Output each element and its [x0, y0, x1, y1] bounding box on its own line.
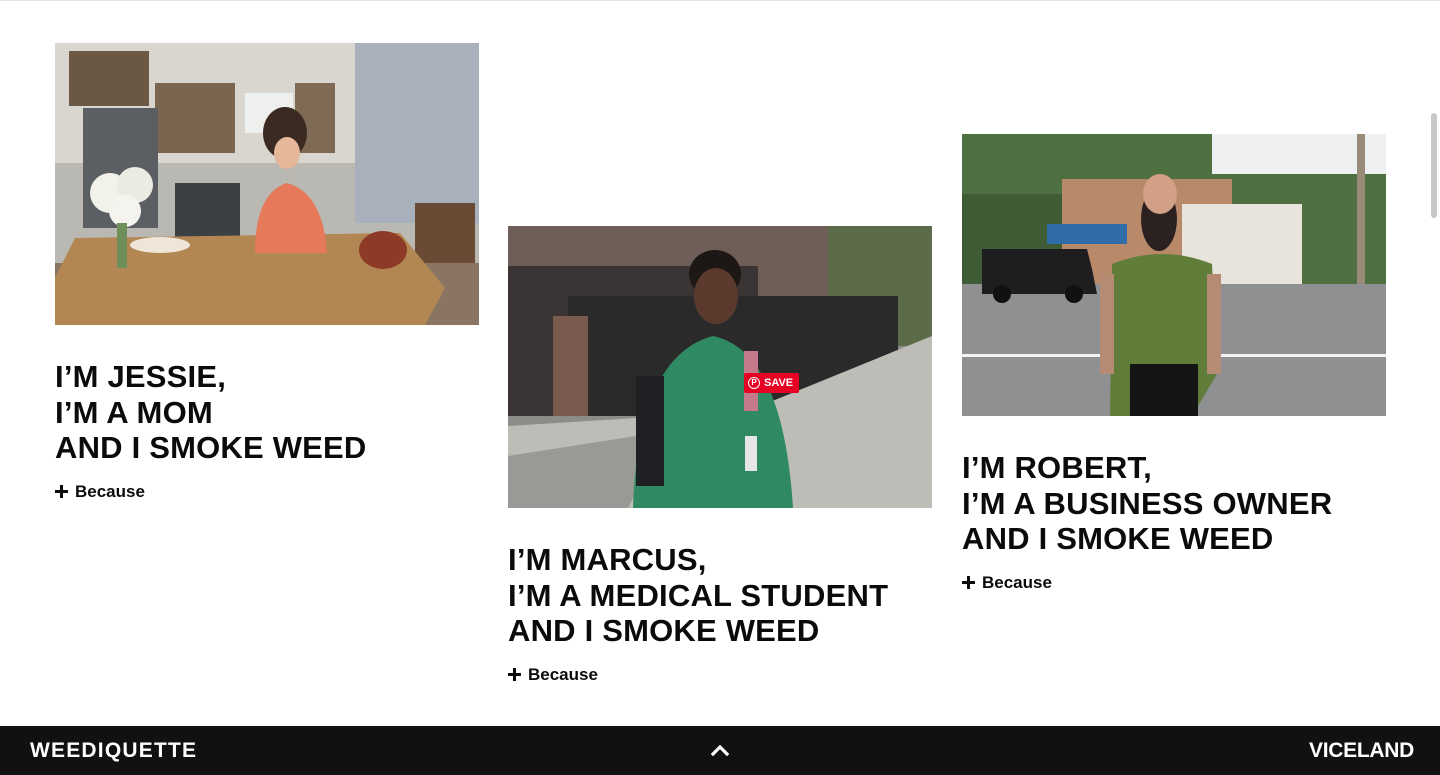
headline-line: AND I SMOKE WEED: [508, 613, 820, 648]
story-headline-jessie: I’M JESSIE, I’M A MOM AND I SMOKE WEED: [55, 359, 479, 466]
plus-icon: [55, 485, 68, 498]
pinterest-save-button[interactable]: P SAVE: [744, 373, 800, 393]
kitchen-photo: [55, 43, 479, 325]
story-card-marcus: P SAVE I’M MARCUS, I’M A MEDICAL STUDENT…: [508, 226, 932, 686]
outdoor-street-photo: [962, 134, 1386, 416]
because-label: Because: [75, 481, 145, 501]
plus-icon: [962, 576, 975, 589]
brand-logo[interactable]: WEEDIQUETTE: [30, 739, 197, 763]
headline-line: I’M MARCUS,: [508, 542, 707, 577]
story-headline-robert: I’M ROBERT, I’M A BUSINESS OWNER AND I S…: [962, 450, 1386, 557]
story-photo-robert[interactable]: [962, 134, 1386, 416]
street-photo: [508, 226, 932, 508]
story-headline-marcus: I’M MARCUS, I’M A MEDICAL STUDENT AND I …: [508, 542, 932, 649]
footer-bar: WEEDIQUETTE VICELAND: [0, 726, 1440, 775]
headline-line: AND I SMOKE WEED: [962, 521, 1274, 556]
because-toggle-jessie[interactable]: Because: [55, 482, 145, 502]
scrollbar-thumb[interactable]: [1431, 113, 1437, 218]
save-label: SAVE: [764, 377, 794, 389]
pinterest-icon: P: [748, 377, 760, 389]
headline-line: I’M JESSIE,: [55, 359, 227, 394]
headline-line: I’M A BUSINESS OWNER: [962, 485, 1333, 521]
because-toggle-marcus[interactable]: Because: [508, 665, 598, 685]
story-card-robert: I’M ROBERT, I’M A BUSINESS OWNER AND I S…: [962, 134, 1386, 594]
because-label: Because: [528, 664, 598, 684]
headline-line: I’M A MOM: [55, 394, 213, 430]
chevron-up-icon[interactable]: [711, 744, 729, 756]
story-card-jessie: I’M JESSIE, I’M A MOM AND I SMOKE WEED B…: [55, 43, 479, 503]
headline-line: AND I SMOKE WEED: [55, 430, 367, 465]
because-label: Because: [982, 572, 1052, 592]
headline-line: I’M ROBERT,: [962, 450, 1152, 485]
story-photo-marcus[interactable]: P SAVE: [508, 226, 932, 508]
plus-icon: [508, 668, 521, 681]
top-divider: [0, 0, 1440, 1]
network-logo[interactable]: VICELAND: [1309, 739, 1414, 763]
headline-line: I’M A MEDICAL STUDENT: [508, 577, 889, 613]
because-toggle-robert[interactable]: Because: [962, 573, 1052, 593]
story-photo-jessie[interactable]: [55, 43, 479, 325]
